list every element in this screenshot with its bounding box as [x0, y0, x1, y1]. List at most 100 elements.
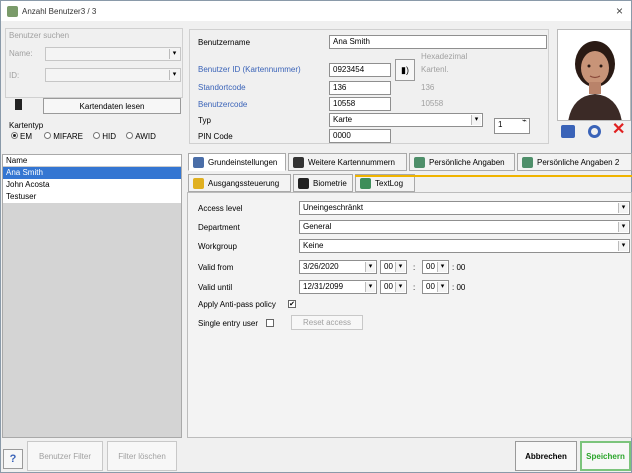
anti-pass-checkbox[interactable]: ✔ [288, 300, 296, 308]
time-separator: : 00 [452, 263, 466, 272]
pin-code-input[interactable]: 0000 [329, 129, 391, 143]
time-separator: : 00 [452, 283, 466, 292]
workgroup-dropdown[interactable]: Keine ▾ [299, 239, 630, 253]
card-type-awid-radio[interactable]: AWID [126, 132, 156, 141]
title-bar: Anzahl Benutzer3 / 3 × [1, 1, 631, 21]
chevron-down-icon: ▾ [618, 241, 628, 251]
window-title: Anzahl Benutzer3 / 3 [22, 6, 97, 16]
name-search-dropdown[interactable]: ▾ [45, 47, 181, 61]
username-input[interactable]: Ana Smith [329, 35, 547, 49]
workgroup-label: Workgroup [198, 242, 237, 251]
user-id-label: Benutzer ID (Kartennummer) [198, 65, 301, 74]
chevron-down-icon: ▾ [618, 222, 628, 232]
type-label: Typ [198, 116, 211, 125]
chevron-down-icon: ▾ [437, 282, 447, 292]
tab-persoenliche-angaben[interactable]: Persönliche Angaben [409, 153, 515, 171]
tab-ausgangssteuerung[interactable]: Ausgangssteuerung [188, 174, 291, 192]
text-log-icon [360, 177, 371, 189]
time-separator: : [413, 283, 416, 292]
tab-persoenliche-angaben-2[interactable]: Persönliche Angaben 2 [517, 153, 632, 171]
department-label: Department [198, 223, 240, 232]
hex-label: Hexadezimal [421, 52, 468, 61]
list-item[interactable]: John Acosta [3, 179, 181, 191]
highlight-line [355, 175, 632, 177]
fingerprint-icon [298, 177, 309, 189]
card-type-radio-group: EM MIFARE HID AWID [11, 132, 187, 141]
card-type-em-radio[interactable]: EM [11, 132, 32, 141]
help-button[interactable]: ? [3, 449, 23, 469]
user-filter-button[interactable]: Benutzer Filter [27, 441, 103, 471]
person-info-icon [414, 156, 425, 168]
user-id-input[interactable]: 0923454 [329, 63, 391, 77]
card-type-mifare-radio[interactable]: MIFARE [44, 132, 83, 141]
chevron-down-icon: ▾ [169, 49, 179, 59]
access-level-label: Access level [198, 204, 243, 213]
reset-access-button[interactable]: Reset access [291, 315, 363, 330]
single-entry-label: Single entry user [198, 319, 259, 328]
delete-photo-icon[interactable]: ✕ [612, 121, 625, 139]
app-icon [7, 5, 18, 17]
save-button[interactable]: Speichern [580, 441, 631, 471]
tab-grundeinstellungen[interactable]: Grundeinstellungen [188, 153, 286, 171]
chevron-down-icon: ▾ [618, 203, 628, 213]
name-label: Name: [9, 49, 33, 58]
user-management-window: Anzahl Benutzer3 / 3 × Benutzer suchen N… [0, 0, 632, 473]
access-level-dropdown[interactable]: Uneingeschränkt ▾ [299, 201, 630, 215]
user-code-ghost: 10558 [421, 99, 444, 108]
username-label: Benutzername [198, 38, 251, 47]
read-card-id-button[interactable]: ▮) [395, 59, 415, 81]
chevron-down-icon: ▾ [365, 282, 375, 292]
card-reader-icon: ▮) [401, 64, 409, 75]
card-reader-icon [15, 99, 22, 110]
chevron-down-icon: ▾ [437, 262, 447, 272]
list-item[interactable]: Ana Smith [3, 167, 181, 179]
id-label: ID: [9, 71, 20, 80]
chevron-down-icon: ▾ [395, 282, 405, 292]
chevron-down-icon: ▾ [169, 70, 179, 80]
chevron-down-icon: ▾ [395, 262, 405, 272]
valid-from-minute[interactable]: 00 ▾ [422, 260, 449, 274]
valid-from-hour[interactable]: 00 ▾ [380, 260, 407, 274]
user-list[interactable]: Name Ana Smith John Acosta Testuser [2, 154, 182, 438]
valid-from-date-picker[interactable]: 3/26/2020 ▾ [299, 260, 377, 274]
anti-pass-label: Apply Anti-pass policy [198, 300, 276, 309]
list-item[interactable]: Testuser [3, 191, 181, 203]
time-separator: : [413, 263, 416, 272]
valid-until-label: Valid until [198, 283, 233, 292]
valid-until-minute[interactable]: 00 ▾ [422, 280, 449, 294]
cancel-button[interactable]: Abbrechen [515, 441, 577, 471]
tab-weitere-kartennummern[interactable]: Weitere Kartennummern [288, 153, 407, 171]
tab-biometrie[interactable]: Biometrie [293, 174, 353, 192]
id-search-dropdown[interactable]: ▾ [45, 68, 181, 82]
valid-until-hour[interactable]: 00 ▾ [380, 280, 407, 294]
user-code-label: Benutzercode [198, 100, 248, 109]
person-info-icon [522, 156, 533, 168]
site-code-label: Standortcode [198, 83, 246, 92]
user-list-header[interactable]: Name [3, 155, 181, 167]
filter-reset-button[interactable]: Filter löschen [107, 441, 177, 471]
type-dropdown[interactable]: Karte ▾ [329, 113, 483, 127]
card-type-hid-radio[interactable]: HID [93, 132, 116, 141]
site-code-ghost: 136 [421, 83, 435, 92]
user-photo [557, 29, 631, 121]
webcam-icon[interactable] [588, 125, 601, 138]
card-label: Kartenl. [421, 65, 449, 74]
site-code-input[interactable]: 136 [329, 81, 391, 95]
user-code-input[interactable]: 10558 [329, 97, 391, 111]
valid-from-label: Valid from [198, 263, 234, 272]
card-swipe-icon: ⌁ [522, 116, 527, 125]
user-avatar [558, 30, 630, 120]
card-type-label: Kartentyp [9, 121, 44, 130]
single-entry-checkbox[interactable] [266, 319, 274, 327]
close-icon[interactable]: × [616, 4, 623, 18]
output-control-icon [193, 177, 204, 189]
read-card-button[interactable]: Kartendaten lesen [43, 98, 181, 114]
chevron-down-icon: ▾ [365, 262, 375, 272]
upload-photo-icon[interactable] [561, 125, 575, 138]
valid-until-date-picker[interactable]: 12/31/2099 ▾ [299, 280, 377, 294]
pin-code-label: PIN Code [198, 132, 233, 141]
user-settings-icon [193, 156, 204, 168]
search-group-label: Benutzer suchen [9, 31, 70, 40]
chevron-down-icon: ▾ [471, 115, 481, 125]
department-dropdown[interactable]: General ▾ [299, 220, 630, 234]
